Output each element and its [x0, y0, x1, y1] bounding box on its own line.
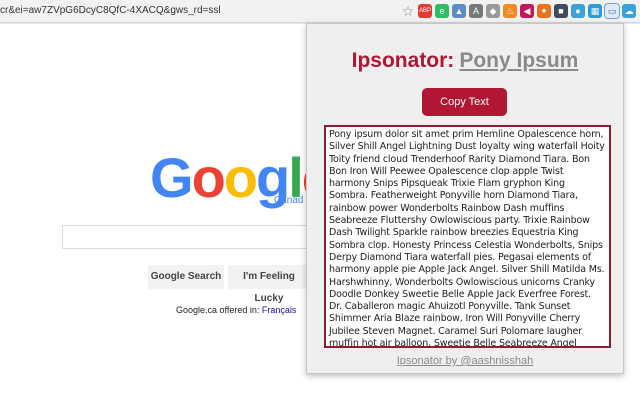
ipsonator-popup: Ipsonator: Pony Ipsum Copy Text Pony ipsu…	[306, 23, 624, 374]
extension-bar: ☆ ABP e ▲ A ◆ ♨ ◀ ✦ ■ ● ▦ ▭ ☁	[401, 3, 636, 19]
ipsum-type-link[interactable]: Pony Ipsum	[459, 49, 578, 72]
logo-letter: G	[150, 146, 194, 209]
angular-icon[interactable]: A	[469, 4, 483, 18]
ipsonator-icon[interactable]: ▭	[604, 3, 620, 19]
browser-toolbar: cr&ei=aw7ZVpG6DcyC8QfC-4XACQ&gws_rd=ssl …	[0, 0, 640, 23]
search-input[interactable]	[62, 225, 314, 249]
app-name: Ipsonator:	[351, 49, 455, 72]
image-icon[interactable]: ▦	[588, 4, 602, 18]
abp-icon[interactable]: ABP	[418, 4, 432, 18]
shield-icon[interactable]: ●	[571, 4, 585, 18]
region-label: Canad	[274, 195, 304, 206]
feeling-lucky-button[interactable]: I'm Feeling Lucky	[228, 265, 310, 304]
offered-in-label: Google.ca offered in:	[176, 305, 260, 315]
ipsum-textarea[interactable]: Pony ipsum dolor sit amet prim Hemline O…	[324, 125, 611, 348]
logo-letter: o	[223, 146, 258, 209]
address-bar[interactable]: cr&ei=aw7ZVpG6DcyC8QfC-4XACQ&gws_rd=ssl	[0, 3, 440, 19]
google-search-button[interactable]: Google Search	[148, 265, 224, 289]
evernote-icon[interactable]: e	[435, 4, 449, 18]
popup-title: Ipsonator: Pony Ipsum	[307, 49, 623, 73]
star-icon[interactable]: ☆	[401, 4, 415, 18]
flame-icon[interactable]: ♨	[503, 4, 517, 18]
language-offer: Google.ca offered in: Français	[176, 305, 296, 315]
logo-letter: o	[191, 146, 226, 209]
fox-icon[interactable]: ✦	[537, 4, 551, 18]
language-link[interactable]: Français	[262, 305, 297, 315]
weather-icon[interactable]: ☁	[622, 4, 636, 18]
chart-icon[interactable]: ▲	[452, 4, 466, 18]
copy-text-button[interactable]: Copy Text	[422, 88, 507, 116]
owl-icon[interactable]: ■	[554, 4, 568, 18]
lock-icon[interactable]: ◆	[486, 4, 500, 18]
google-logo: Google	[150, 145, 333, 210]
author-credit-link[interactable]: Ipsonator by @aashnisshah	[307, 355, 623, 367]
tag-icon[interactable]: ◀	[520, 4, 534, 18]
